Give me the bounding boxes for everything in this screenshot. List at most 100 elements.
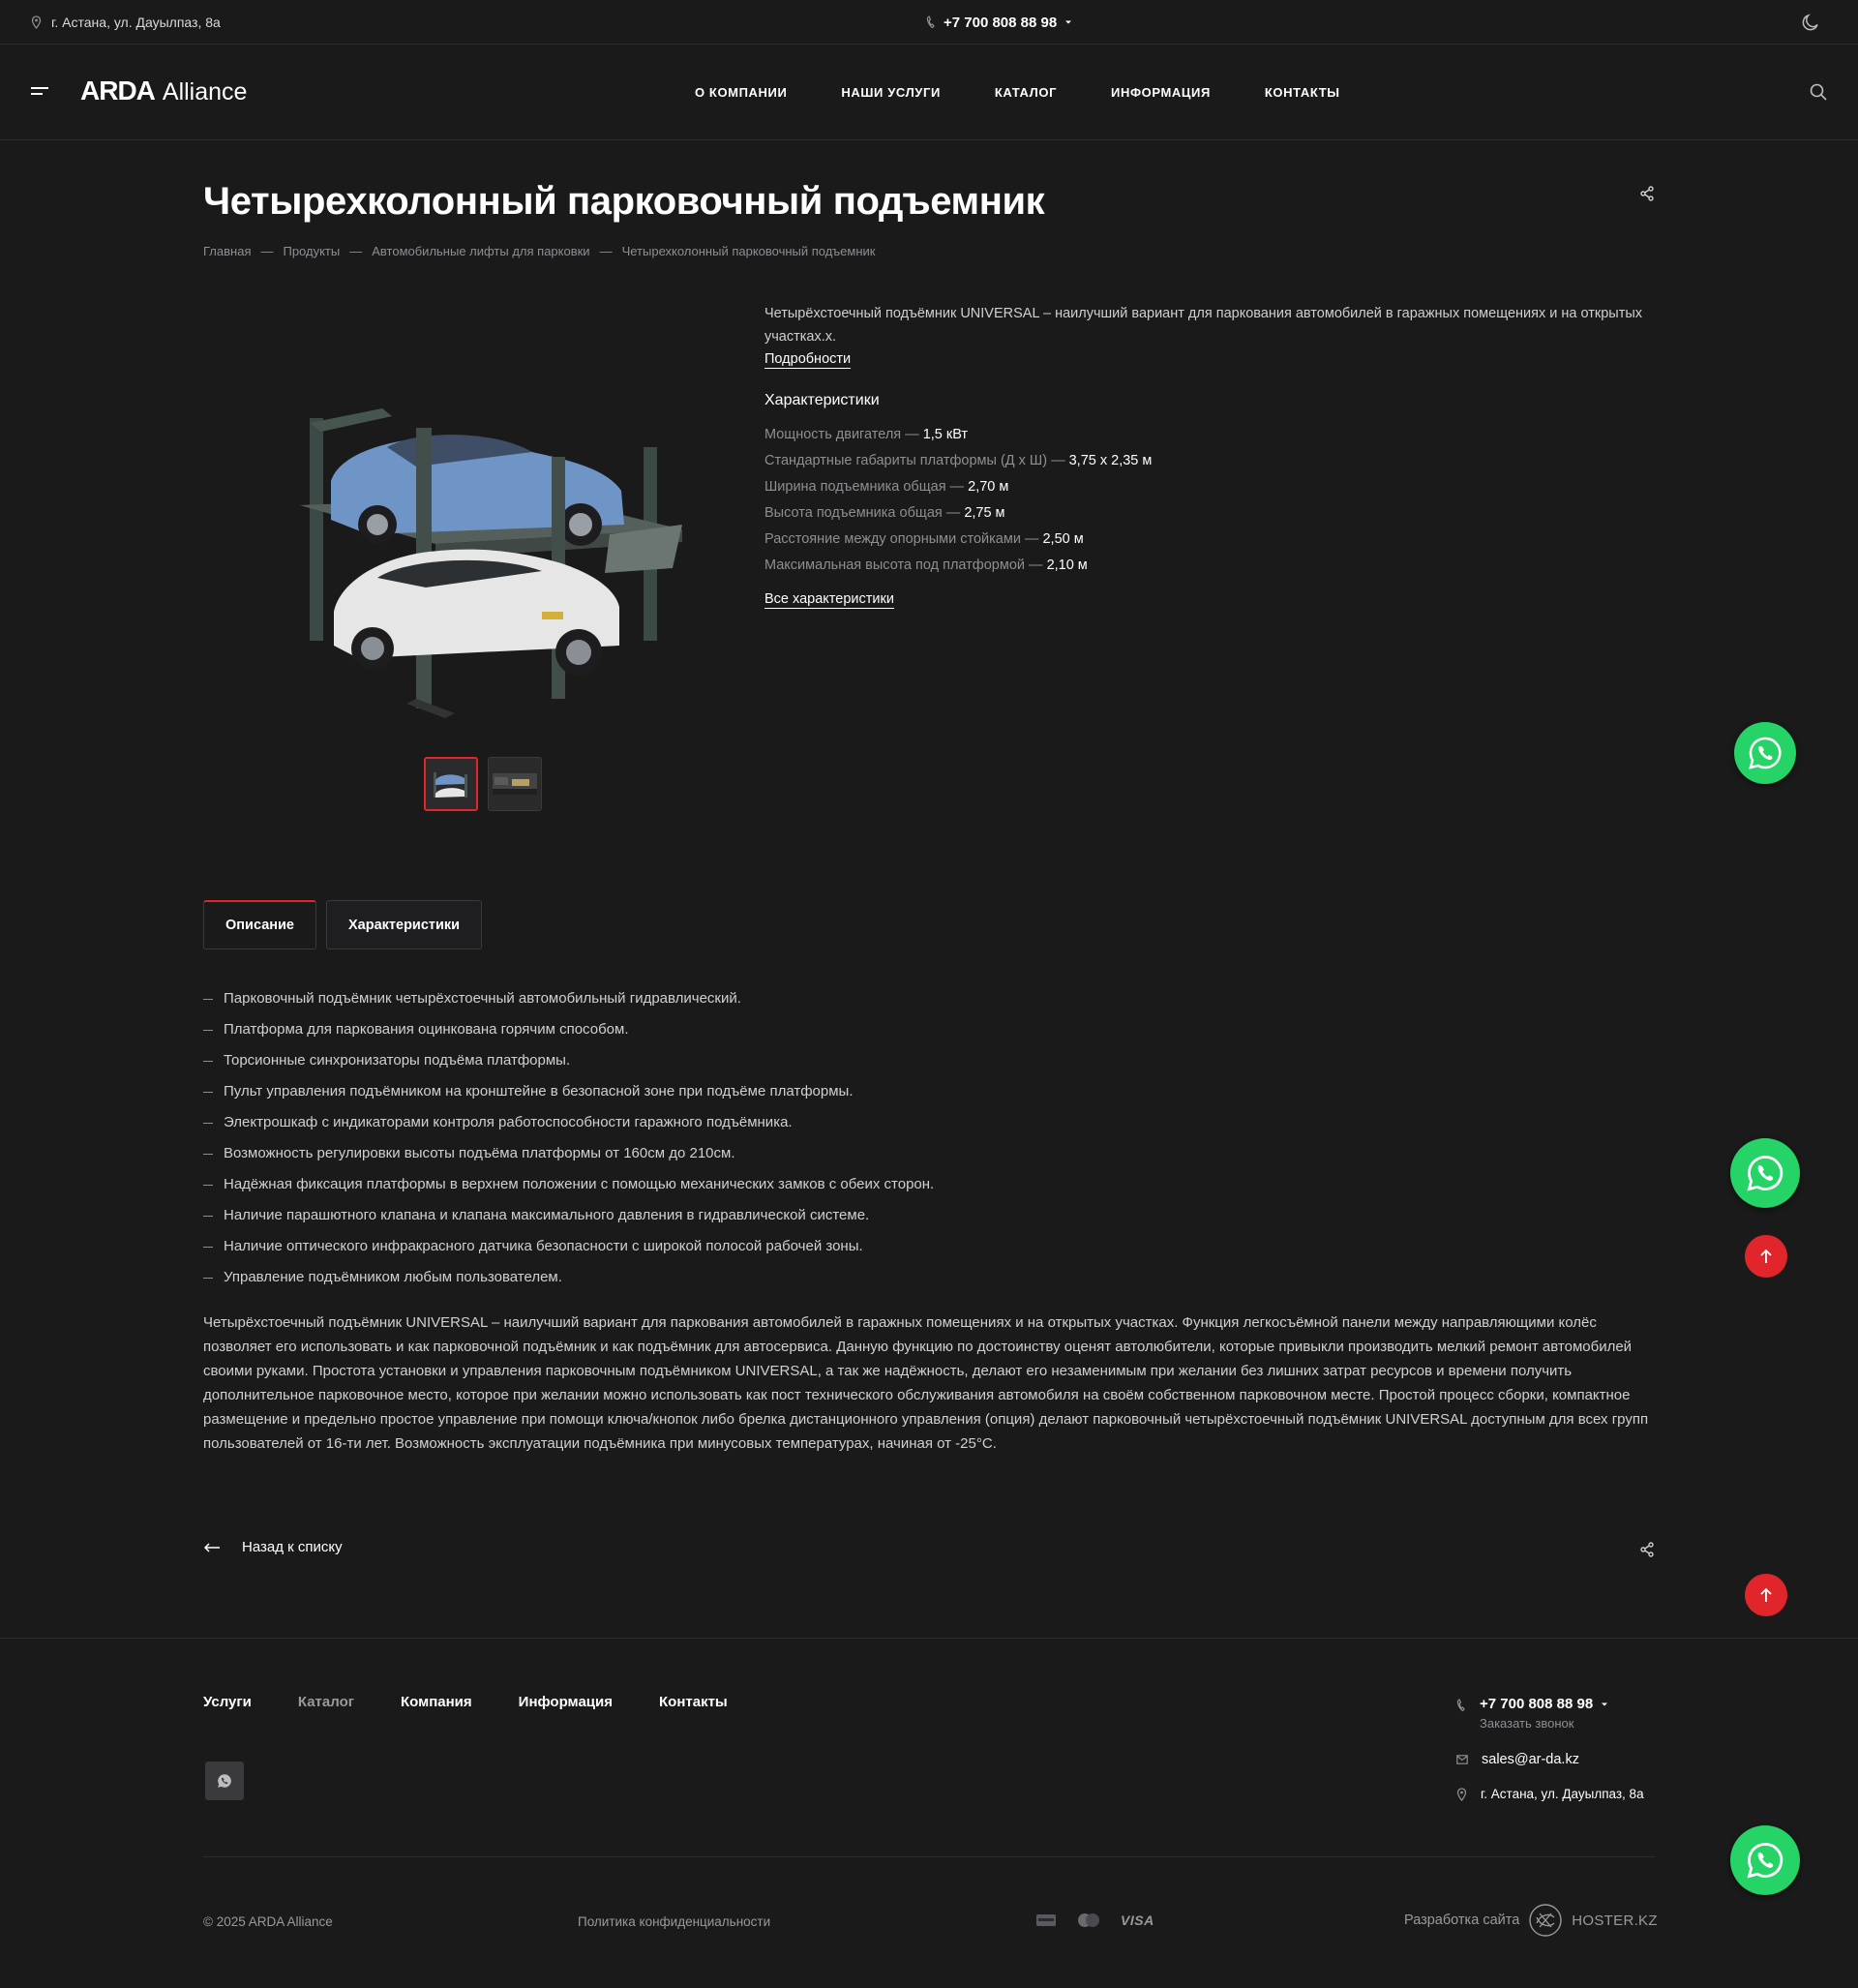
chars-title: Характеристики	[764, 392, 880, 408]
share-icon[interactable]	[1637, 1540, 1657, 1559]
site-logo[interactable]: ARDA Alliance	[80, 75, 247, 106]
char-value: 2,70 м	[968, 479, 1009, 495]
top-phone[interactable]: +7 700 808 88 98	[926, 0, 1072, 45]
footer-email[interactable]: sales@ar-da.kz	[1482, 1752, 1579, 1767]
char-separator: —	[901, 427, 923, 442]
nav-contacts[interactable]: КОНТАКТЫ	[1265, 85, 1340, 100]
footer-phone[interactable]: +7 700 808 88 98	[1480, 1696, 1593, 1712]
developer-credit[interactable]: Разработка сайта HOSTER.KZ	[1404, 1902, 1658, 1939]
page-title: Четырехколонный парковочный подъемник	[203, 180, 1045, 223]
scroll-top-button[interactable]	[1745, 1574, 1787, 1616]
location-pin-icon	[1456, 1788, 1467, 1801]
chevron-down-icon[interactable]	[1601, 1702, 1608, 1707]
whatsapp-icon	[1746, 734, 1784, 772]
top-address-text: г. Астана, ул. Дауылпаз, 8а	[51, 15, 221, 30]
product-intro: Четырёхстоечный подъёмник UNIVERSAL – на…	[764, 306, 1643, 345]
developer-label: Разработка сайта	[1404, 1913, 1520, 1928]
char-separator: —	[1020, 531, 1043, 547]
char-label: Максимальная высота под платформой	[764, 557, 1025, 573]
whatsapp-icon	[216, 1772, 233, 1790]
char-label: Стандартные габариты платформы (Д х Ш)	[764, 453, 1048, 468]
breadcrumb-separator: —	[599, 244, 613, 258]
nav-services[interactable]: НАШИ УСЛУГИ	[841, 85, 940, 100]
footer-divider	[203, 1856, 1655, 1857]
char-label: Ширина подъемника общая	[764, 479, 946, 495]
arrow-up-icon	[1759, 1587, 1773, 1603]
product-thumbnail[interactable]	[424, 757, 478, 811]
all-characteristics-link[interactable]: Все характеристики	[764, 590, 894, 609]
top-phone-number[interactable]: +7 700 808 88 98	[944, 15, 1057, 31]
char-row: Ширина подъемника общая — 2,70 м	[764, 475, 1152, 501]
chevron-down-icon[interactable]	[1064, 19, 1072, 25]
footer-nav-company[interactable]: Компания	[401, 1694, 472, 1710]
nav-information[interactable]: ИНФОРМАЦИЯ	[1111, 85, 1211, 100]
location-pin-icon	[31, 15, 42, 29]
developer-brand: HOSTER.KZ	[1572, 1912, 1658, 1929]
payment-methods: VISA	[1035, 1913, 1154, 1928]
breadcrumb-products[interactable]: Продукты	[283, 244, 340, 258]
tab-description[interactable]: Описание	[203, 900, 316, 949]
char-separator: —	[942, 505, 965, 521]
list-item: Надёжная фиксация платформы в верхнем по…	[203, 1173, 934, 1204]
visa-icon: VISA	[1121, 1913, 1154, 1928]
char-separator: —	[1047, 453, 1069, 468]
product-main-image[interactable]	[271, 399, 697, 728]
footer-nav-services[interactable]: Услуги	[203, 1694, 252, 1710]
breadcrumb-home[interactable]: Главная	[203, 244, 251, 258]
list-item: Пульт управления подъёмником на кронштей…	[203, 1080, 934, 1111]
footer-nav-information[interactable]: Информация	[519, 1694, 613, 1710]
list-item: Электрошкаф с индикаторами контроля рабо…	[203, 1111, 934, 1142]
list-item: Платформа для паркования оцинкована горя…	[203, 1018, 934, 1049]
list-item: Парковочный подъёмник четырёхстоечный ав…	[203, 987, 934, 1018]
footer-whatsapp-button[interactable]	[205, 1762, 244, 1800]
char-value: 2,50 м	[1042, 531, 1084, 547]
breadcrumb: Главная — Продукты — Автомобильные лифты…	[203, 244, 875, 258]
top-bar: г. Астана, ул. Дауылпаз, 8а +7 700 808 8…	[0, 0, 1858, 45]
char-separator: —	[945, 479, 969, 495]
char-row: Высота подъемника общая — 2,75 м	[764, 501, 1152, 527]
breadcrumb-separator: —	[349, 244, 363, 258]
tab-characteristics[interactable]: Характеристики	[326, 900, 483, 949]
footer-nav-contacts[interactable]: Контакты	[659, 1694, 728, 1710]
nav-about[interactable]: О КОМПАНИИ	[695, 85, 787, 100]
list-item: Управление подъёмником любым пользовател…	[203, 1266, 934, 1297]
description-list: Парковочный подъёмник четырёхстоечный ав…	[203, 987, 934, 1297]
whatsapp-button[interactable]	[1730, 1825, 1800, 1895]
whatsapp-button[interactable]	[1730, 1138, 1800, 1208]
hoster-logo-icon	[1527, 1902, 1564, 1939]
char-separator: —	[1025, 557, 1047, 573]
list-item: Наличие оптического инфракрасного датчик…	[203, 1235, 934, 1266]
phone-icon	[926, 15, 936, 29]
theme-toggle-moon-icon[interactable]	[1800, 12, 1821, 33]
breadcrumb-category[interactable]: Автомобильные лифты для парковки	[372, 244, 589, 258]
menu-burger-icon[interactable]	[31, 87, 48, 99]
footer-phone-row: +7 700 808 88 98 Заказать звонок	[1456, 1696, 1655, 1731]
char-row: Мощность двигателя — 1,5 кВт	[764, 423, 1152, 449]
char-label: Высота подъемника общая	[764, 505, 943, 521]
char-value: 3,75 х 2,35 м	[1068, 453, 1153, 468]
char-label: Расстояние между опорными стойками	[764, 531, 1021, 547]
share-icon[interactable]	[1637, 184, 1657, 203]
back-to-list-link[interactable]: Назад к списку	[203, 1539, 343, 1555]
char-value: 2,75 м	[964, 505, 1005, 521]
footer-address: г. Астана, ул. Дауылпаз, 8а	[1481, 1787, 1644, 1801]
privacy-policy-link[interactable]: Политика конфиденциальности	[578, 1914, 770, 1929]
scroll-top-button[interactable]	[1745, 1235, 1787, 1278]
nav-catalog[interactable]: КАТАЛОГ	[995, 85, 1057, 100]
char-value: 2,10 м	[1046, 557, 1088, 573]
footer-nav-catalog[interactable]: Каталог	[298, 1694, 354, 1710]
footer-email-row: sales@ar-da.kz	[1456, 1752, 1655, 1767]
callback-link[interactable]: Заказать звонок	[1480, 1716, 1608, 1731]
description-paragraph: Четырёхстоечный подъёмник UNIVERSAL – на…	[203, 1314, 1649, 1452]
breadcrumb-separator: —	[260, 244, 274, 258]
char-row: Стандартные габариты платформы (Д х Ш) —…	[764, 449, 1152, 475]
arrow-up-icon	[1759, 1249, 1773, 1264]
product-thumbnail[interactable]	[488, 757, 542, 811]
main-nav: О КОМПАНИИ НАШИ УСЛУГИ КАТАЛОГ ИНФОРМАЦИ…	[695, 45, 1340, 140]
whatsapp-button[interactable]	[1734, 722, 1796, 784]
mail-icon	[1456, 1755, 1468, 1764]
chars-list: Мощность двигателя — 1,5 кВт Стандартные…	[764, 423, 1152, 580]
search-icon[interactable]	[1808, 81, 1829, 103]
details-link[interactable]: Подробности	[764, 350, 852, 369]
main-header: ARDA Alliance О КОМПАНИИ НАШИ УСЛУГИ КАТ…	[0, 45, 1858, 140]
